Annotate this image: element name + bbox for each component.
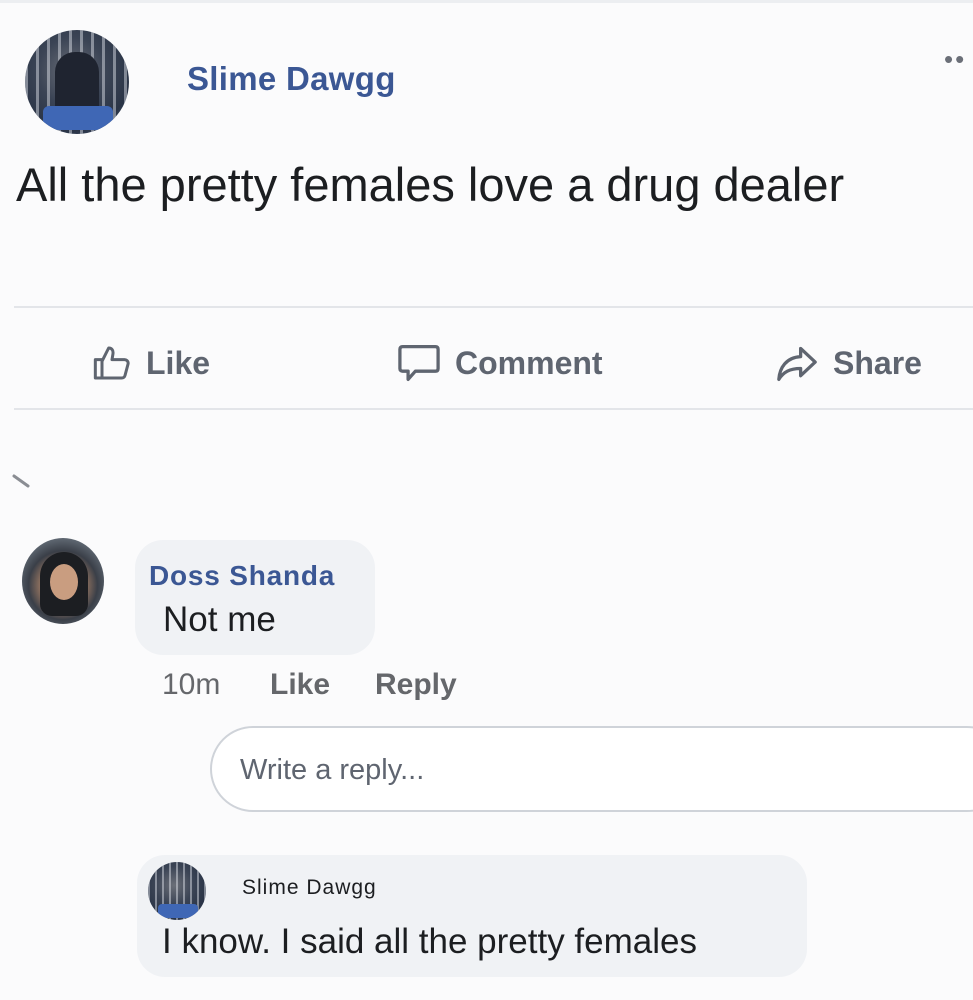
reply-author-avatar[interactable] <box>148 862 206 920</box>
share-button[interactable]: Share <box>775 338 922 388</box>
scroll-mark-icon <box>12 474 30 488</box>
commenter-avatar[interactable] <box>22 538 104 624</box>
comment-reply-link[interactable]: Reply <box>375 668 457 702</box>
comment-text: Not me <box>163 600 276 639</box>
reply-text: I know. I said all the pretty females <box>162 922 697 961</box>
like-button[interactable]: Like <box>92 338 210 388</box>
top-divider <box>0 0 973 3</box>
more-options-icon[interactable]: •• <box>944 44 966 75</box>
avatar-seat <box>158 904 198 918</box>
comment-like-link[interactable]: Like <box>270 668 330 702</box>
speech-bubble-icon <box>398 345 440 381</box>
like-button-label: Like <box>146 344 211 381</box>
avatar-seat <box>43 106 113 130</box>
comment-timestamp[interactable]: 10m <box>162 668 220 702</box>
share-button-label: Share <box>833 344 922 381</box>
avatar-face <box>50 564 78 600</box>
action-bar-bottom-divider <box>14 408 973 410</box>
facebook-post: Slime Dawgg •• All the pretty females lo… <box>0 0 973 1000</box>
thumbs-up-icon <box>93 346 130 380</box>
comment-button[interactable]: Comment <box>397 338 603 388</box>
comment-author-name[interactable]: Doss Shanda <box>149 560 335 592</box>
share-arrow-icon <box>777 346 817 381</box>
post-author-avatar[interactable] <box>25 30 129 134</box>
reply-input-placeholder: Write a reply... <box>240 754 425 786</box>
comment-button-label: Comment <box>455 344 603 381</box>
post-author-name[interactable]: Slime Dawgg <box>187 60 396 98</box>
action-bar-top-divider <box>14 306 973 308</box>
reply-author-name[interactable]: Slime Dawgg <box>242 876 377 900</box>
post-text: All the pretty females love a drug deale… <box>16 158 845 211</box>
